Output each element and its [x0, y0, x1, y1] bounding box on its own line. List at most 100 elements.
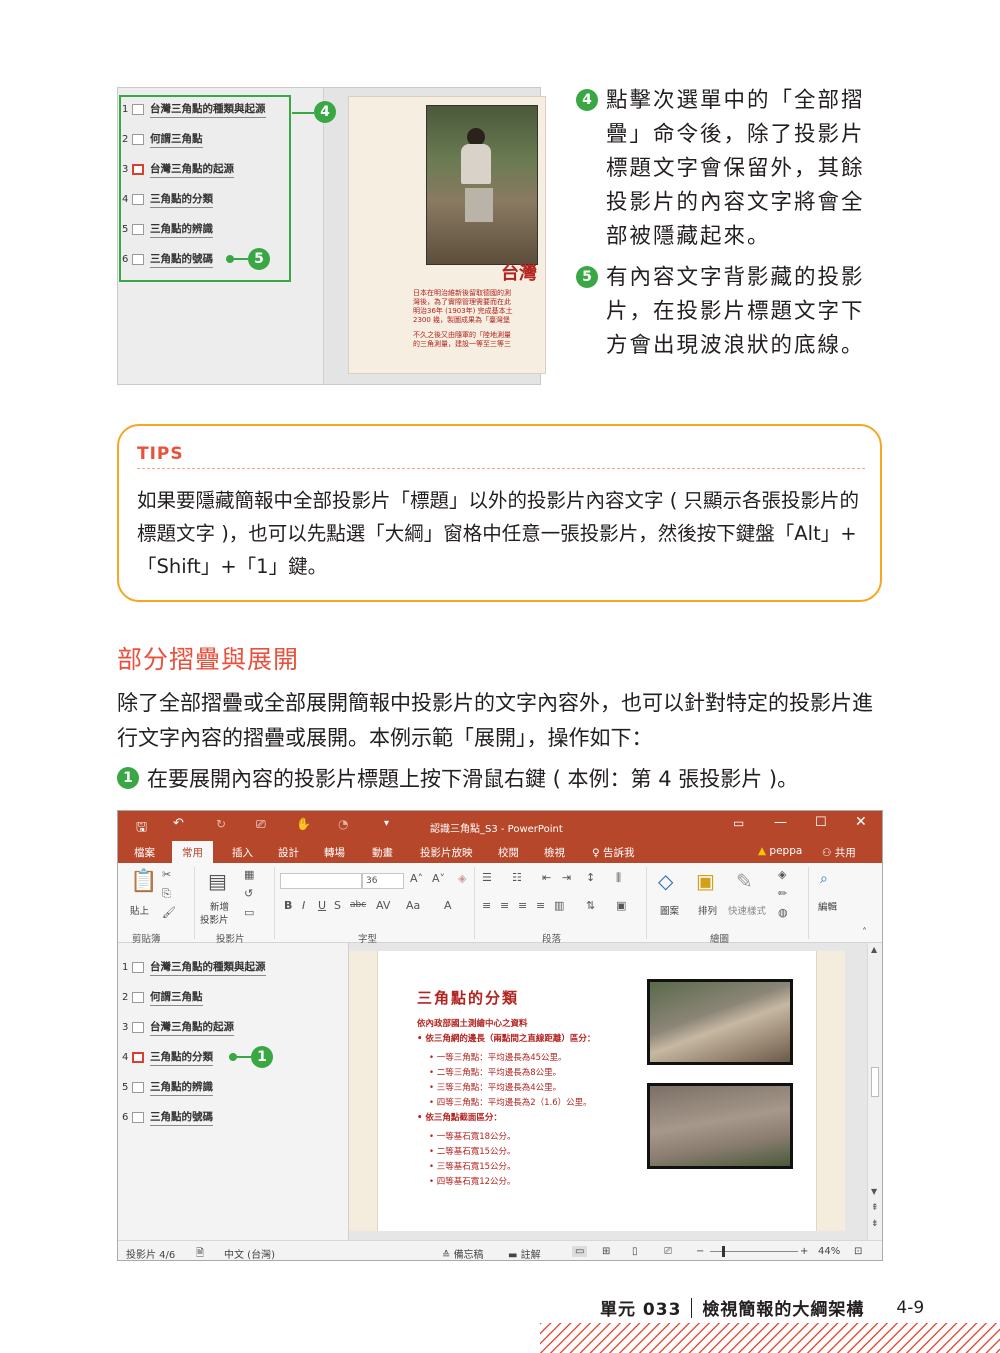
editing-label[interactable]: 編輯	[818, 899, 837, 913]
search-icon[interactable]: ⌕	[820, 871, 828, 887]
redo-icon[interactable]: ↻	[216, 817, 226, 831]
window-title: 認識三角點_S3 - PowerPoint	[430, 824, 563, 835]
text-direction-icon[interactable]: ⇅	[586, 899, 595, 912]
tab-home[interactable]: 常用	[172, 841, 213, 863]
ribbon-display-icon[interactable]: ▭	[733, 816, 744, 830]
format-painter-icon[interactable]: 🖌	[162, 906, 176, 919]
align-left-icon[interactable]: ≡	[482, 899, 491, 912]
char-spacing-icon[interactable]: AV	[376, 899, 390, 912]
new-slide-label-2[interactable]: 投影片	[200, 912, 229, 926]
shapes-label[interactable]: 圖案	[660, 903, 679, 917]
bold-icon[interactable]: B	[284, 899, 292, 912]
section-icon[interactable]: ▭	[244, 906, 254, 919]
shapes-icon[interactable]: ◇	[658, 869, 673, 893]
zoom-in-icon[interactable]: +	[800, 1246, 808, 1257]
zoom-out-icon[interactable]: −	[696, 1246, 704, 1257]
slide-sorter-icon[interactable]: ⊞	[602, 1246, 610, 1257]
copy-icon[interactable]: ⎘	[162, 887, 171, 901]
fit-to-window-icon[interactable]: ⊡	[854, 1246, 862, 1257]
comments-button[interactable]: ▬ 註解	[508, 1246, 541, 1260]
line-spacing-icon[interactable]: ↕	[586, 871, 595, 884]
reading-view-icon[interactable]: ▯	[632, 1246, 638, 1257]
present-icon[interactable]: ⎚	[256, 817, 266, 832]
justify-icon[interactable]: ≡	[536, 899, 545, 912]
distributed-icon[interactable]: ▥	[554, 899, 564, 912]
collapse-ribbon-icon[interactable]: ˄	[862, 927, 867, 938]
scroll-down-icon[interactable]: ▼	[871, 1187, 877, 1196]
outline-item[interactable]: 6 三角點的號碼	[122, 1107, 213, 1127]
maximize-icon[interactable]: ☐	[815, 815, 827, 830]
paste-icon[interactable]: 📋	[130, 869, 157, 894]
user-account[interactable]: ▲ peppa	[758, 845, 802, 857]
layout-icon[interactable]: ▦	[244, 868, 254, 881]
reset-icon[interactable]: ↺	[244, 887, 253, 900]
undo-icon[interactable]: ↶	[173, 816, 184, 831]
columns-icon[interactable]: ⫼	[616, 871, 621, 885]
arrange-label[interactable]: 排列	[698, 903, 717, 917]
tab-view[interactable]: 檢視	[544, 845, 565, 860]
bullets-icon[interactable]: ☰	[482, 871, 492, 884]
outline-item[interactable]: 2 何謂三角點	[122, 987, 203, 1007]
shape-fill-icon[interactable]: ◈	[778, 868, 786, 881]
tab-file[interactable]: 檔案	[134, 845, 155, 860]
tab-transitions[interactable]: 轉場	[324, 845, 345, 860]
minimize-icon[interactable]: —	[774, 815, 787, 830]
save-icon[interactable]: 🖫	[136, 818, 147, 840]
new-slide-icon[interactable]: ▤	[208, 869, 227, 893]
font-color-icon[interactable]: A	[444, 899, 452, 912]
new-slide-label-1[interactable]: 新增	[210, 899, 229, 913]
zoom-slider-handle[interactable]	[722, 1246, 725, 1257]
outline-item[interactable]: 1 台灣三角點的種類與起源	[122, 957, 266, 977]
scroll-up-icon[interactable]: ▲	[871, 945, 877, 954]
tab-animations[interactable]: 動畫	[372, 845, 393, 860]
tab-review[interactable]: 校閱	[498, 845, 519, 860]
tab-insert[interactable]: 插入	[232, 845, 253, 860]
underline-icon[interactable]: U	[318, 899, 326, 912]
close-icon[interactable]: ✕	[855, 814, 867, 830]
align-center-icon[interactable]: ≡	[500, 899, 509, 912]
clear-format-icon[interactable]: ◈	[458, 872, 466, 885]
outline-item[interactable]: 5 三角點的辨識	[122, 1077, 213, 1097]
spellcheck-icon[interactable]: 🗎	[196, 1246, 204, 1260]
outline-item[interactable]: 3 台灣三角點的起源	[122, 1017, 234, 1037]
decrease-indent-icon[interactable]: ⇤	[542, 871, 551, 884]
notes-button[interactable]: ≙ 備忘稿	[442, 1246, 484, 1260]
outline-item-selected[interactable]: 4 三角點的分類	[122, 1047, 213, 1067]
font-name-field[interactable]	[280, 873, 362, 889]
vertical-scrollbar[interactable]: ▲ ▼ ⇞ ⇟	[867, 943, 882, 1240]
quick-styles-label[interactable]: 快速樣式	[728, 903, 766, 917]
smartart-icon[interactable]: ▣	[616, 899, 626, 912]
zoom-level[interactable]: 44%	[818, 1246, 840, 1257]
shape-effects-icon[interactable]: ◍	[778, 906, 788, 919]
share-button[interactable]: ⚇ 共用	[822, 845, 856, 860]
increase-indent-icon[interactable]: ⇥	[562, 871, 571, 884]
cut-icon[interactable]: ✂	[162, 868, 171, 881]
touch-mode-icon[interactable]: ✋	[296, 817, 311, 831]
quick-styles-icon[interactable]: ✎	[736, 869, 753, 893]
shadow-icon[interactable]: S	[334, 899, 341, 912]
font-size-field[interactable]: 36	[362, 873, 404, 889]
page-number: 4-9	[896, 1297, 925, 1318]
shape-outline-icon[interactable]: ✏	[778, 887, 787, 900]
align-right-icon[interactable]: ≡	[518, 899, 527, 912]
language-indicator[interactable]: 中文 (台灣)	[224, 1246, 275, 1260]
numbering-icon[interactable]: ☷	[512, 871, 522, 884]
qat-dropdown-icon[interactable]: ▾	[384, 818, 389, 829]
next-slide-icon[interactable]: ⇟	[871, 1219, 879, 1229]
scroll-thumb[interactable]	[871, 1067, 879, 1097]
tab-design[interactable]: 設計	[278, 845, 299, 860]
slide-canvas[interactable]: 三角點的分類 依內政部國土測繪中心之資料 • 依三角網的邊長（兩點間之直線距離）區…	[349, 951, 845, 1231]
prev-slide-icon[interactable]: ⇞	[871, 1203, 879, 1213]
grow-font-icon[interactable]: A˄	[410, 872, 423, 885]
italic-icon[interactable]: I	[302, 899, 305, 912]
slideshow-view-icon[interactable]: ⎚	[664, 1246, 672, 1257]
arrange-icon[interactable]: ▣	[696, 869, 715, 893]
paste-button-label[interactable]: 貼上	[130, 903, 149, 917]
tab-slideshow[interactable]: 投影片放映	[420, 845, 473, 860]
customize-icon[interactable]: ◔	[338, 817, 348, 831]
tell-me-box[interactable]: ♀ 告訴我	[592, 845, 635, 860]
change-case-icon[interactable]: Aa	[406, 899, 420, 912]
normal-view-icon[interactable]: ▭	[572, 1246, 588, 1257]
strikethrough-icon[interactable]: abc	[350, 900, 366, 910]
shrink-font-icon[interactable]: A˅	[432, 872, 445, 885]
